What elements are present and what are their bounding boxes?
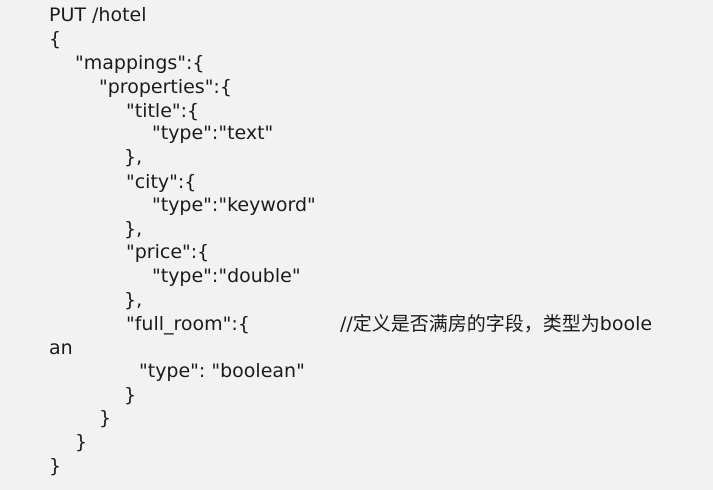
code-line: "city":{ bbox=[126, 171, 197, 193]
code-line: } bbox=[49, 455, 62, 477]
code-line: }, bbox=[124, 289, 143, 311]
code-line: } bbox=[124, 384, 137, 406]
code-line: { bbox=[49, 28, 62, 50]
code-line: "type":"double" bbox=[152, 265, 301, 287]
code-line: } bbox=[75, 431, 88, 453]
code-line: "full_room":{ bbox=[126, 313, 250, 335]
code-block: PUT /hotel { "mappings":{ "properties":{… bbox=[0, 0, 713, 490]
code-line: "price":{ bbox=[126, 241, 210, 263]
code-line: "type":"keyword" bbox=[152, 194, 316, 216]
code-line: } bbox=[99, 407, 112, 429]
code-line: PUT /hotel bbox=[49, 4, 147, 26]
code-line: }, bbox=[124, 218, 143, 240]
code-line: "properties":{ bbox=[99, 76, 232, 98]
code-comment: //定义是否满房的字段，类型为boole bbox=[340, 313, 653, 335]
code-line: "title":{ bbox=[126, 100, 200, 122]
code-line: an bbox=[49, 337, 73, 359]
code-line: }, bbox=[124, 146, 143, 168]
code-line: "type":"text" bbox=[152, 122, 274, 144]
code-line: "mappings":{ bbox=[75, 52, 205, 74]
code-line: "type": "boolean" bbox=[139, 360, 305, 382]
